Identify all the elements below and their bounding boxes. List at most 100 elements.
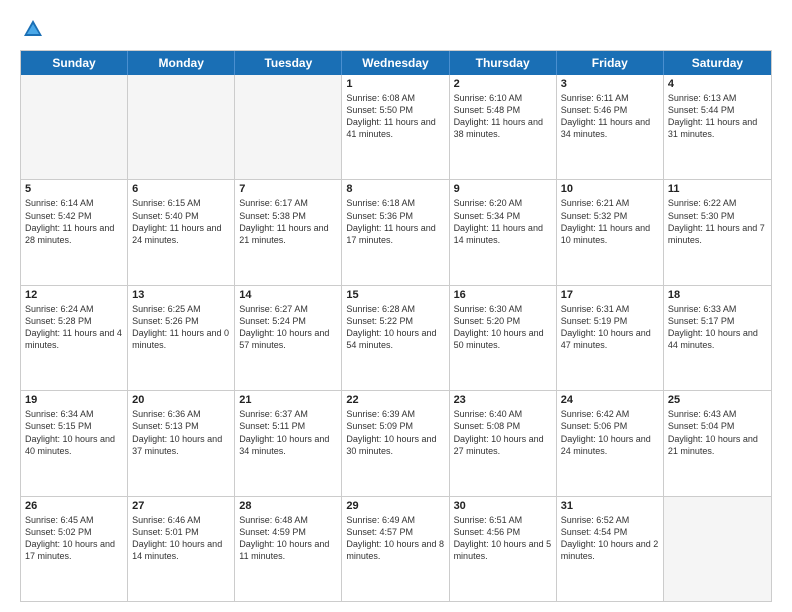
day-number: 19 <box>25 394 123 406</box>
cell-details: Sunrise: 6:24 AM Sunset: 5:28 PM Dayligh… <box>25 303 123 352</box>
cell-details: Sunrise: 6:36 AM Sunset: 5:13 PM Dayligh… <box>132 408 230 457</box>
calendar-week-2: 5 Sunrise: 6:14 AM Sunset: 5:42 PM Daylig… <box>21 180 771 285</box>
calendar-cell: 15 Sunrise: 6:28 AM Sunset: 5:22 PM Dayli… <box>342 286 449 390</box>
calendar-cell: 8 Sunrise: 6:18 AM Sunset: 5:36 PM Daylig… <box>342 180 449 284</box>
calendar-cell: 21 Sunrise: 6:37 AM Sunset: 5:11 PM Dayli… <box>235 391 342 495</box>
calendar-cell: 12 Sunrise: 6:24 AM Sunset: 5:28 PM Dayli… <box>21 286 128 390</box>
calendar-cell: 23 Sunrise: 6:40 AM Sunset: 5:08 PM Dayli… <box>450 391 557 495</box>
calendar-cell: 30Sunrise: 6:51 AM Sunset: 4:56 PM Dayli… <box>450 497 557 601</box>
day-number: 26 <box>25 500 123 512</box>
cell-details: Sunrise: 6:43 AM Sunset: 5:04 PM Dayligh… <box>668 408 767 457</box>
day-number: 13 <box>132 289 230 301</box>
day-number: 16 <box>454 289 552 301</box>
calendar-cell: 7 Sunrise: 6:17 AM Sunset: 5:38 PM Daylig… <box>235 180 342 284</box>
day-number: 15 <box>346 289 444 301</box>
cell-details: Sunrise: 6:45 AM Sunset: 5:02 PM Dayligh… <box>25 514 123 563</box>
cell-details: Sunrise: 6:22 AM Sunset: 5:30 PM Dayligh… <box>668 197 767 246</box>
calendar-cell <box>21 75 128 179</box>
cell-details: Sunrise: 6:52 AM Sunset: 4:54 PM Dayligh… <box>561 514 659 563</box>
page: SundayMondayTuesdayWednesdayThursdayFrid… <box>0 0 792 612</box>
cell-details: Sunrise: 6:39 AM Sunset: 5:09 PM Dayligh… <box>346 408 444 457</box>
day-number: 22 <box>346 394 444 406</box>
calendar-cell: 2Sunrise: 6:10 AM Sunset: 5:48 PM Daylig… <box>450 75 557 179</box>
cell-details: Sunrise: 6:28 AM Sunset: 5:22 PM Dayligh… <box>346 303 444 352</box>
header <box>20 18 772 40</box>
cell-details: Sunrise: 6:49 AM Sunset: 4:57 PM Dayligh… <box>346 514 444 563</box>
day-number: 10 <box>561 183 659 195</box>
calendar-cell: 3Sunrise: 6:11 AM Sunset: 5:46 PM Daylig… <box>557 75 664 179</box>
calendar-header-row: SundayMondayTuesdayWednesdayThursdayFrid… <box>21 51 771 75</box>
calendar-cell: 17Sunrise: 6:31 AM Sunset: 5:19 PM Dayli… <box>557 286 664 390</box>
calendar-cell: 16 Sunrise: 6:30 AM Sunset: 5:20 PM Dayli… <box>450 286 557 390</box>
day-number: 31 <box>561 500 659 512</box>
logo-icon <box>22 18 44 40</box>
day-number: 17 <box>561 289 659 301</box>
calendar-week-1: 1 Sunrise: 6:08 AM Sunset: 5:50 PM Daylig… <box>21 75 771 180</box>
cell-details: Sunrise: 6:46 AM Sunset: 5:01 PM Dayligh… <box>132 514 230 563</box>
cell-details: Sunrise: 6:17 AM Sunset: 5:38 PM Dayligh… <box>239 197 337 246</box>
cell-details: Sunrise: 6:40 AM Sunset: 5:08 PM Dayligh… <box>454 408 552 457</box>
cell-details: Sunrise: 6:25 AM Sunset: 5:26 PM Dayligh… <box>132 303 230 352</box>
header-day-tuesday: Tuesday <box>235 51 342 75</box>
header-day-wednesday: Wednesday <box>342 51 449 75</box>
logo <box>20 18 44 40</box>
day-number: 27 <box>132 500 230 512</box>
cell-details: Sunrise: 6:48 AM Sunset: 4:59 PM Dayligh… <box>239 514 337 563</box>
day-number: 7 <box>239 183 337 195</box>
header-day-monday: Monday <box>128 51 235 75</box>
calendar-cell: 19 Sunrise: 6:34 AM Sunset: 5:15 PM Dayli… <box>21 391 128 495</box>
day-number: 23 <box>454 394 552 406</box>
calendar-week-4: 19 Sunrise: 6:34 AM Sunset: 5:15 PM Dayli… <box>21 391 771 496</box>
header-day-sunday: Sunday <box>21 51 128 75</box>
calendar-cell: 22 Sunrise: 6:39 AM Sunset: 5:09 PM Dayli… <box>342 391 449 495</box>
cell-details: Sunrise: 6:20 AM Sunset: 5:34 PM Dayligh… <box>454 197 552 246</box>
calendar-cell: 4 Sunrise: 6:13 AM Sunset: 5:44 PM Daylig… <box>664 75 771 179</box>
calendar-cell: 13 Sunrise: 6:25 AM Sunset: 5:26 PM Dayli… <box>128 286 235 390</box>
header-day-saturday: Saturday <box>664 51 771 75</box>
day-number: 9 <box>454 183 552 195</box>
cell-details: Sunrise: 6:30 AM Sunset: 5:20 PM Dayligh… <box>454 303 552 352</box>
calendar-week-5: 26 Sunrise: 6:45 AM Sunset: 5:02 PM Dayli… <box>21 497 771 601</box>
calendar-cell: 10 Sunrise: 6:21 AM Sunset: 5:32 PM Dayli… <box>557 180 664 284</box>
day-number: 24 <box>561 394 659 406</box>
calendar-cell: 26 Sunrise: 6:45 AM Sunset: 5:02 PM Dayli… <box>21 497 128 601</box>
day-number: 28 <box>239 500 337 512</box>
cell-details: Sunrise: 6:18 AM Sunset: 5:36 PM Dayligh… <box>346 197 444 246</box>
day-number: 4 <box>668 78 767 90</box>
calendar-cell: 9 Sunrise: 6:20 AM Sunset: 5:34 PM Daylig… <box>450 180 557 284</box>
day-number: 11 <box>668 183 767 195</box>
day-number: 21 <box>239 394 337 406</box>
day-number: 2 <box>454 78 552 90</box>
calendar-body: 1 Sunrise: 6:08 AM Sunset: 5:50 PM Daylig… <box>21 75 771 601</box>
calendar-cell <box>128 75 235 179</box>
calendar-cell: 5 Sunrise: 6:14 AM Sunset: 5:42 PM Daylig… <box>21 180 128 284</box>
day-number: 12 <box>25 289 123 301</box>
cell-details: Sunrise: 6:34 AM Sunset: 5:15 PM Dayligh… <box>25 408 123 457</box>
cell-details: Sunrise: 6:37 AM Sunset: 5:11 PM Dayligh… <box>239 408 337 457</box>
calendar-cell: 27 Sunrise: 6:46 AM Sunset: 5:01 PM Dayli… <box>128 497 235 601</box>
day-number: 14 <box>239 289 337 301</box>
day-number: 5 <box>25 183 123 195</box>
cell-details: Sunrise: 6:13 AM Sunset: 5:44 PM Dayligh… <box>668 92 767 141</box>
day-number: 3 <box>561 78 659 90</box>
calendar-cell: 29 Sunrise: 6:49 AM Sunset: 4:57 PM Dayli… <box>342 497 449 601</box>
day-number: 25 <box>668 394 767 406</box>
day-number: 29 <box>346 500 444 512</box>
header-day-thursday: Thursday <box>450 51 557 75</box>
calendar-cell <box>235 75 342 179</box>
cell-details: Sunrise: 6:08 AM Sunset: 5:50 PM Dayligh… <box>346 92 444 141</box>
cell-details: Sunrise: 6:21 AM Sunset: 5:32 PM Dayligh… <box>561 197 659 246</box>
day-number: 8 <box>346 183 444 195</box>
calendar: SundayMondayTuesdayWednesdayThursdayFrid… <box>20 50 772 602</box>
day-number: 1 <box>346 78 444 90</box>
calendar-cell: 14Sunrise: 6:27 AM Sunset: 5:24 PM Dayli… <box>235 286 342 390</box>
day-number: 30 <box>454 500 552 512</box>
calendar-cell: 6Sunrise: 6:15 AM Sunset: 5:40 PM Daylig… <box>128 180 235 284</box>
calendar-cell: 24Sunrise: 6:42 AM Sunset: 5:06 PM Dayli… <box>557 391 664 495</box>
cell-details: Sunrise: 6:14 AM Sunset: 5:42 PM Dayligh… <box>25 197 123 246</box>
calendar-cell: 11 Sunrise: 6:22 AM Sunset: 5:30 PM Dayli… <box>664 180 771 284</box>
calendar-cell: 20Sunrise: 6:36 AM Sunset: 5:13 PM Dayli… <box>128 391 235 495</box>
calendar-cell <box>664 497 771 601</box>
day-number: 6 <box>132 183 230 195</box>
calendar-cell: 1 Sunrise: 6:08 AM Sunset: 5:50 PM Daylig… <box>342 75 449 179</box>
